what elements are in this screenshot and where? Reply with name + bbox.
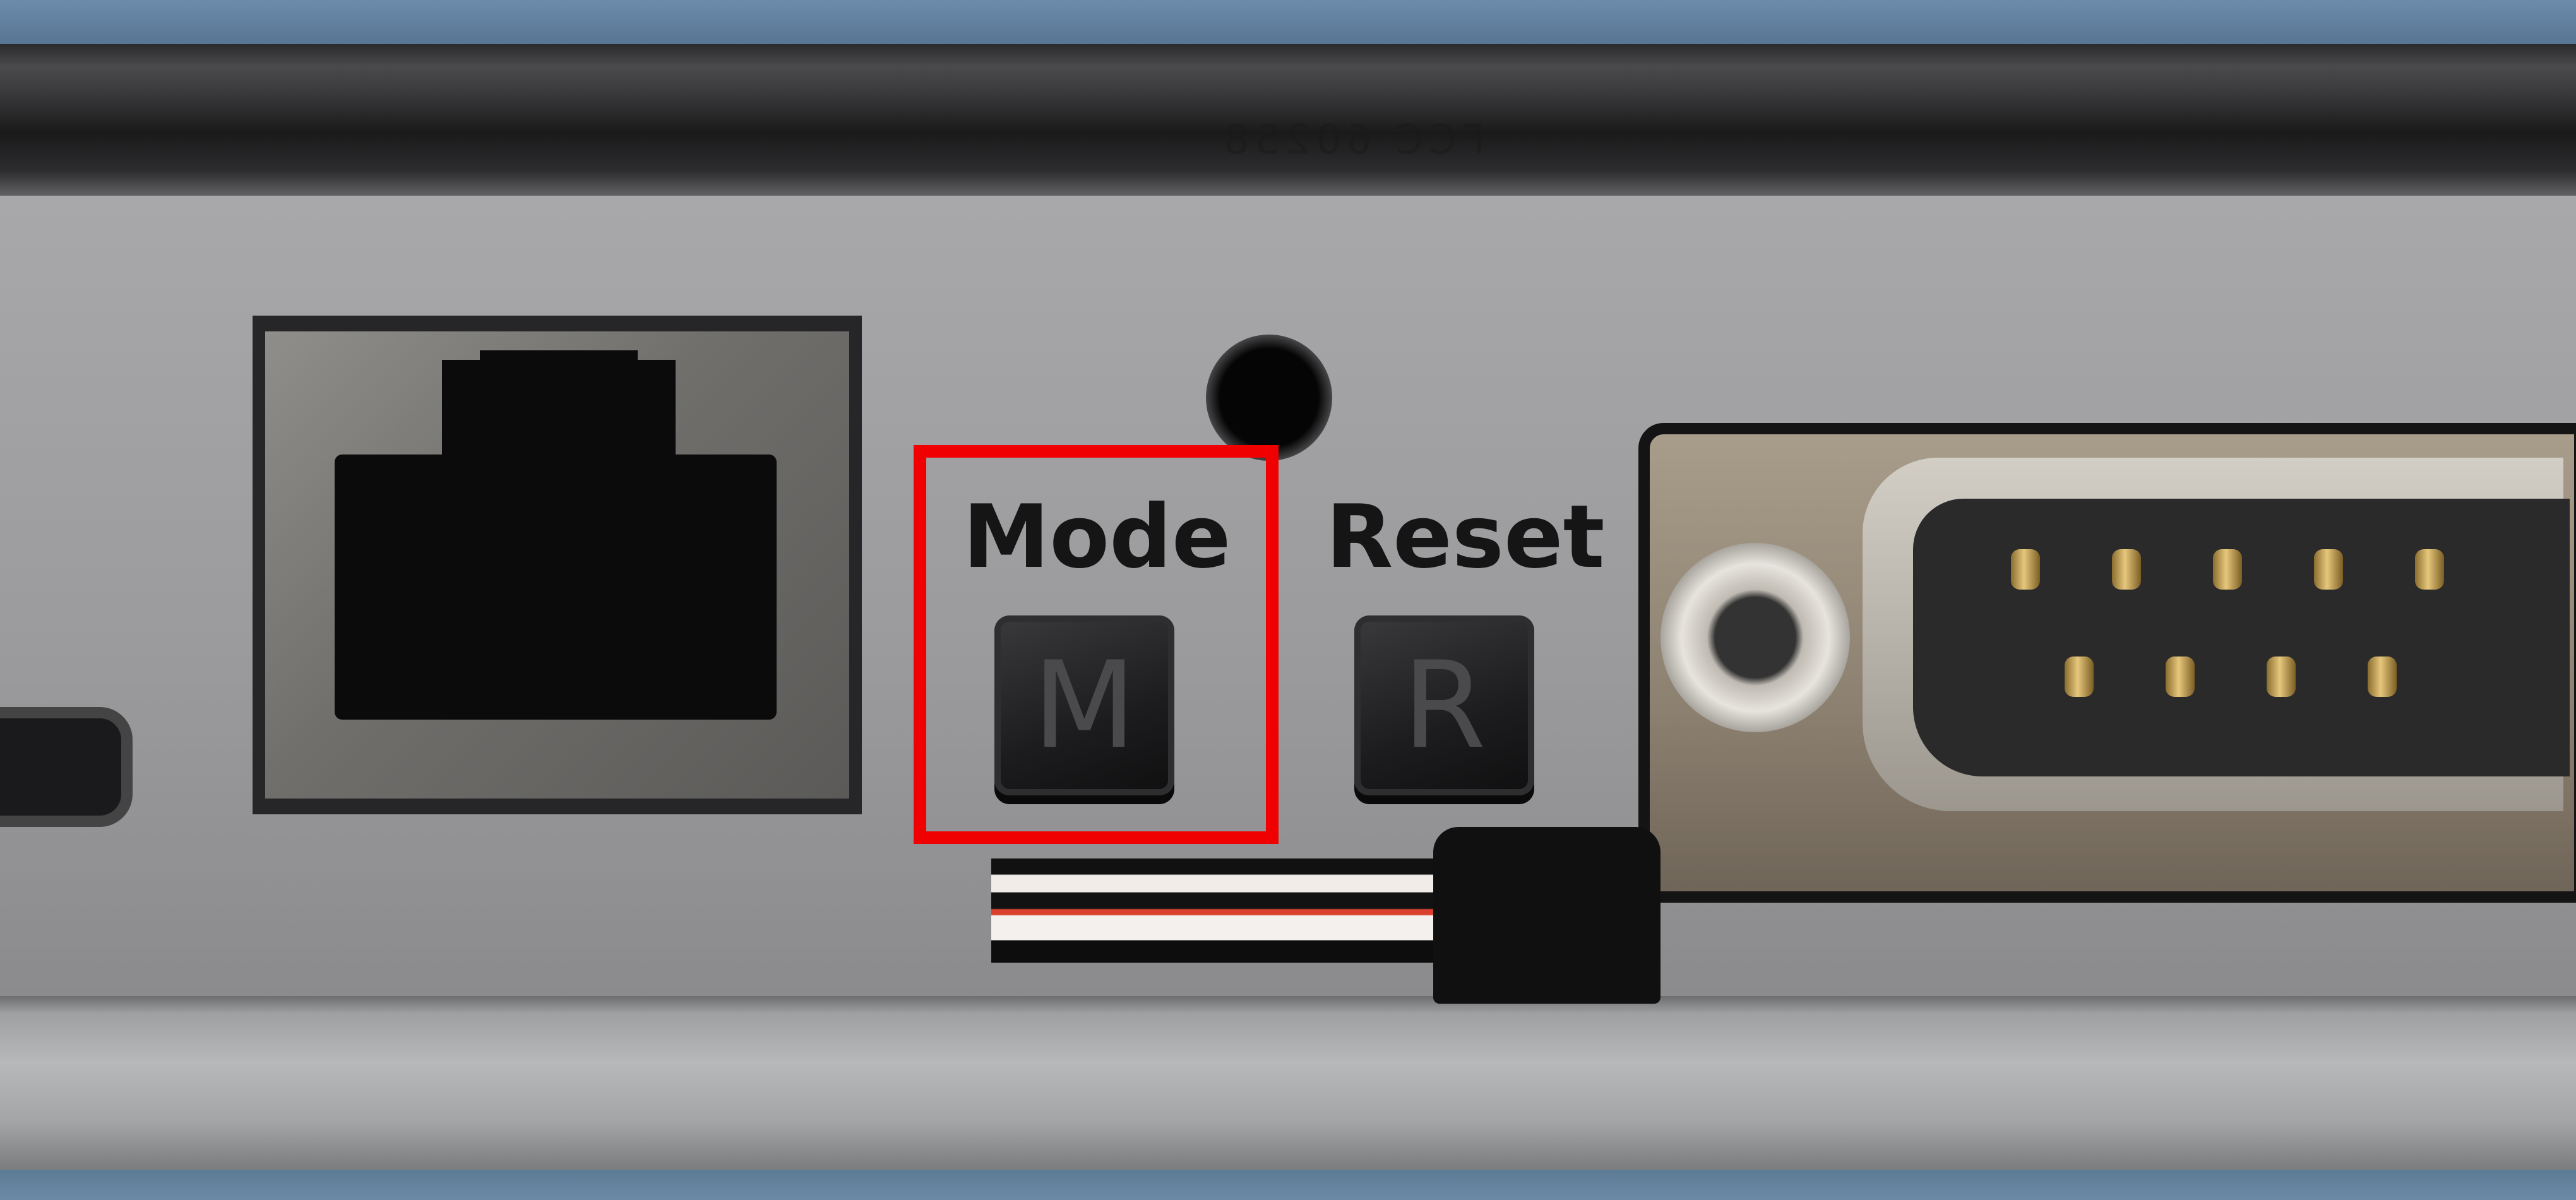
serial-port-insert bbox=[1913, 499, 2570, 776]
mode-button-highlight-box bbox=[914, 445, 1279, 844]
ethernet-port-key bbox=[442, 360, 676, 470]
serial-pin bbox=[2112, 549, 2141, 590]
serial-pin bbox=[2267, 656, 2296, 697]
bottom-rail bbox=[0, 996, 2576, 1170]
ribbon-cable bbox=[991, 858, 1433, 963]
reset-button-glyph: R bbox=[1402, 636, 1486, 775]
led-indicator-hole bbox=[1206, 335, 1332, 461]
ethernet-port-opening bbox=[335, 454, 777, 720]
serial-pin bbox=[2213, 549, 2242, 590]
reset-button[interactable]: R bbox=[1354, 615, 1534, 795]
reset-label: Reset bbox=[1326, 486, 1605, 588]
background-top bbox=[0, 0, 2576, 50]
serial-pin bbox=[2314, 549, 2343, 590]
usb-port[interactable] bbox=[0, 707, 133, 827]
serial-pin bbox=[2065, 656, 2094, 697]
serial-pin bbox=[2166, 656, 2195, 697]
serial-pin bbox=[2415, 549, 2444, 590]
mirrored-text: FCC 60258 bbox=[1219, 117, 1486, 163]
serial-port-jack-nut bbox=[1661, 543, 1850, 732]
serial-pin bbox=[2368, 656, 2397, 697]
background-bottom bbox=[0, 1165, 2576, 1200]
ribbon-cable-connector bbox=[1433, 827, 1661, 1004]
serial-pin bbox=[2011, 549, 2040, 590]
